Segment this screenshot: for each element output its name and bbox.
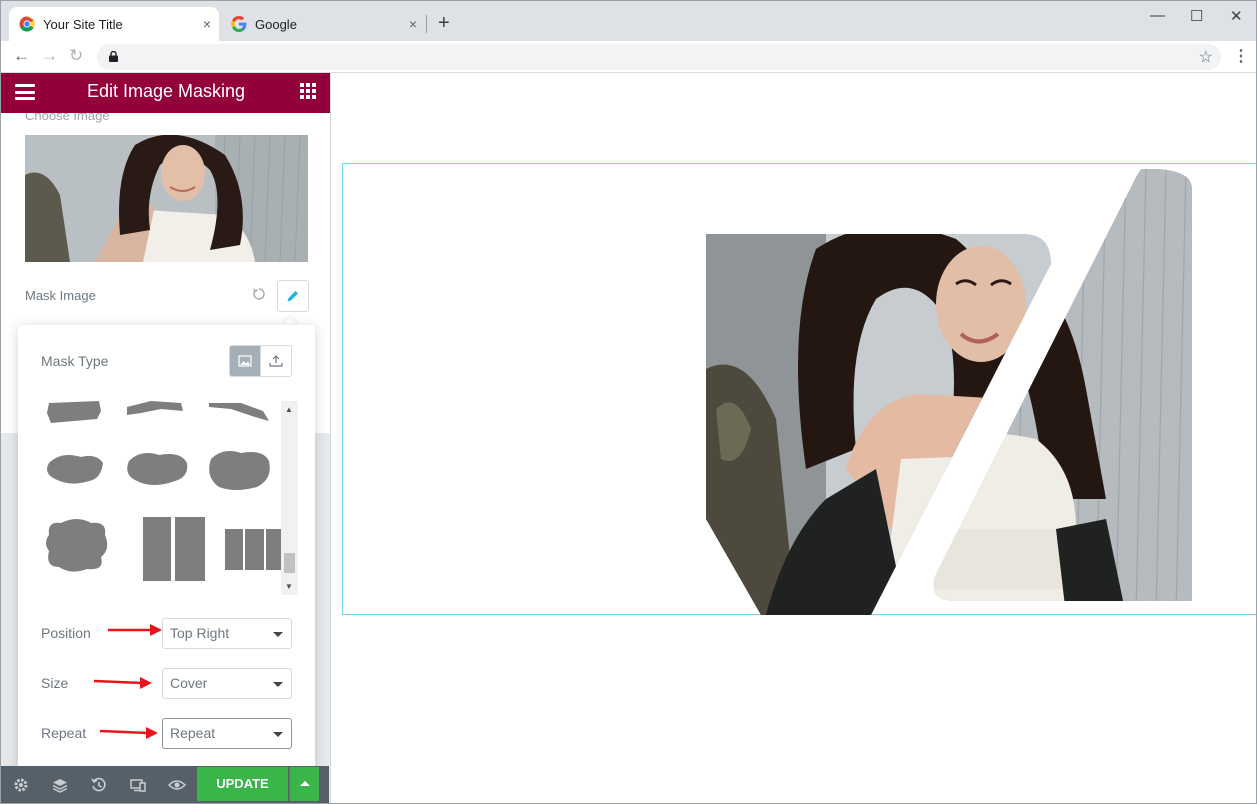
bookmark-star-icon[interactable]: ☆ (1199, 47, 1213, 67)
layers-icon[interactable] (51, 776, 69, 794)
reset-icon[interactable] (252, 287, 266, 301)
photo-thumbnail-image (25, 135, 308, 262)
annotation-arrow-position (108, 624, 162, 636)
mask-shape-gallery (41, 401, 299, 595)
mask-shape-split-2b (175, 517, 205, 581)
mask-type-shape-option[interactable] (230, 346, 261, 376)
preview-eye-icon[interactable] (168, 776, 186, 794)
panel-header: Edit Image Masking (1, 73, 330, 113)
mask-shape-splatter-2 (127, 453, 188, 485)
tab-google[interactable]: Google × (221, 7, 425, 41)
mask-type-upload-option[interactable] (260, 346, 291, 376)
annotation-arrow-repeat (99, 727, 158, 739)
mask-shape-splatter-1 (47, 455, 103, 484)
scroll-down-icon[interactable]: ▼ (285, 582, 293, 591)
forward-arrow-icon[interactable]: → (41, 47, 58, 65)
tab-separator (426, 15, 427, 33)
repeat-label: Repeat (41, 725, 87, 741)
chevron-down-icon (273, 632, 283, 637)
page-preview (332, 73, 1256, 803)
mask-shape-frame-1 (46, 519, 108, 572)
caret-up-icon (300, 781, 310, 786)
tab-your-site-title[interactable]: Your Site Title × (9, 7, 219, 41)
history-icon[interactable] (90, 776, 108, 794)
mask-shape-split-3b (245, 529, 264, 570)
size-value: Cover (170, 675, 208, 691)
scroll-up-icon[interactable]: ▲ (285, 405, 293, 414)
position-select[interactable]: Top Right (162, 618, 292, 649)
editor-panel: Choose Image Mask Image Edit Image Maski… (1, 73, 331, 803)
responsive-icon[interactable] (129, 776, 147, 794)
pencil-icon (287, 291, 298, 302)
mask-type-label: Mask Type (41, 353, 109, 369)
mask-type-choose (229, 345, 292, 377)
repeat-value: Repeat (170, 725, 216, 741)
panel-footer: UPDATE (1, 766, 329, 803)
new-tab-button[interactable]: + (438, 13, 450, 33)
mask-shape-split-3a (225, 529, 243, 570)
size-label: Size (41, 675, 69, 691)
chosen-image-thumbnail[interactable] (25, 135, 308, 262)
chevron-down-icon (273, 732, 283, 737)
minimize-icon[interactable]: — (1150, 7, 1165, 24)
mask-shape-stroke-1 (209, 403, 269, 421)
lock-icon (109, 51, 118, 62)
mask-shape-splatter-3 (209, 451, 270, 490)
browser-menu-icon[interactable]: ⋮ (1233, 46, 1249, 66)
settings-icon[interactable] (12, 776, 30, 794)
back-arrow-icon[interactable]: ← (13, 47, 30, 65)
chevron-down-icon (273, 682, 283, 687)
panel-title: Edit Image Masking (86, 81, 246, 101)
tab-strip: Your Site Title × Google × + — ☐ ✕ (1, 1, 1256, 41)
annotation-arrow-size (93, 677, 152, 689)
image-icon (238, 355, 252, 367)
window-close-icon[interactable]: ✕ (1230, 7, 1243, 25)
repeat-select[interactable]: Repeat (162, 718, 292, 749)
google-icon (231, 16, 247, 32)
position-label: Position (41, 625, 91, 641)
mask-shape-split-2 (143, 517, 171, 581)
reload-icon[interactable]: ↻ (69, 47, 83, 65)
close-tab-icon[interactable]: × (409, 16, 417, 32)
upload-icon (269, 355, 283, 367)
mask-image-label: Mask Image (25, 288, 96, 303)
close-tab-icon[interactable]: × (203, 16, 211, 32)
tab-title: Your Site Title (43, 16, 123, 32)
scrollbar-thumb[interactable] (284, 553, 295, 573)
position-value: Top Right (170, 625, 230, 641)
size-select[interactable]: Cover (162, 668, 292, 699)
tab-title: Google (255, 16, 297, 32)
mask-shape-brush-2 (127, 401, 183, 415)
browser-toolbar: ← → ↻ ☆ ⋮ (1, 41, 1256, 73)
update-options-button[interactable] (289, 767, 319, 801)
mask-shapes-grid (46, 401, 285, 581)
chrome-icon (19, 16, 35, 32)
app-window: Your Site Title × Google × + — ☐ ✕ ← → ↻ (0, 0, 1257, 804)
mask-shape-brush-1 (47, 401, 101, 423)
mask-settings-popover: Mask Type ▲ ▼ Position Top Right Size Co… (18, 325, 315, 803)
masked-image-preview[interactable] (706, 169, 1194, 615)
update-button[interactable]: UPDATE (197, 767, 288, 801)
address-bar[interactable]: ☆ (97, 44, 1221, 70)
widgets-grid-icon[interactable] (300, 83, 316, 99)
edit-mask-button[interactable] (277, 280, 309, 312)
shapes-scrollbar[interactable]: ▲ ▼ (281, 401, 298, 595)
maximize-icon[interactable]: ☐ (1190, 7, 1203, 25)
